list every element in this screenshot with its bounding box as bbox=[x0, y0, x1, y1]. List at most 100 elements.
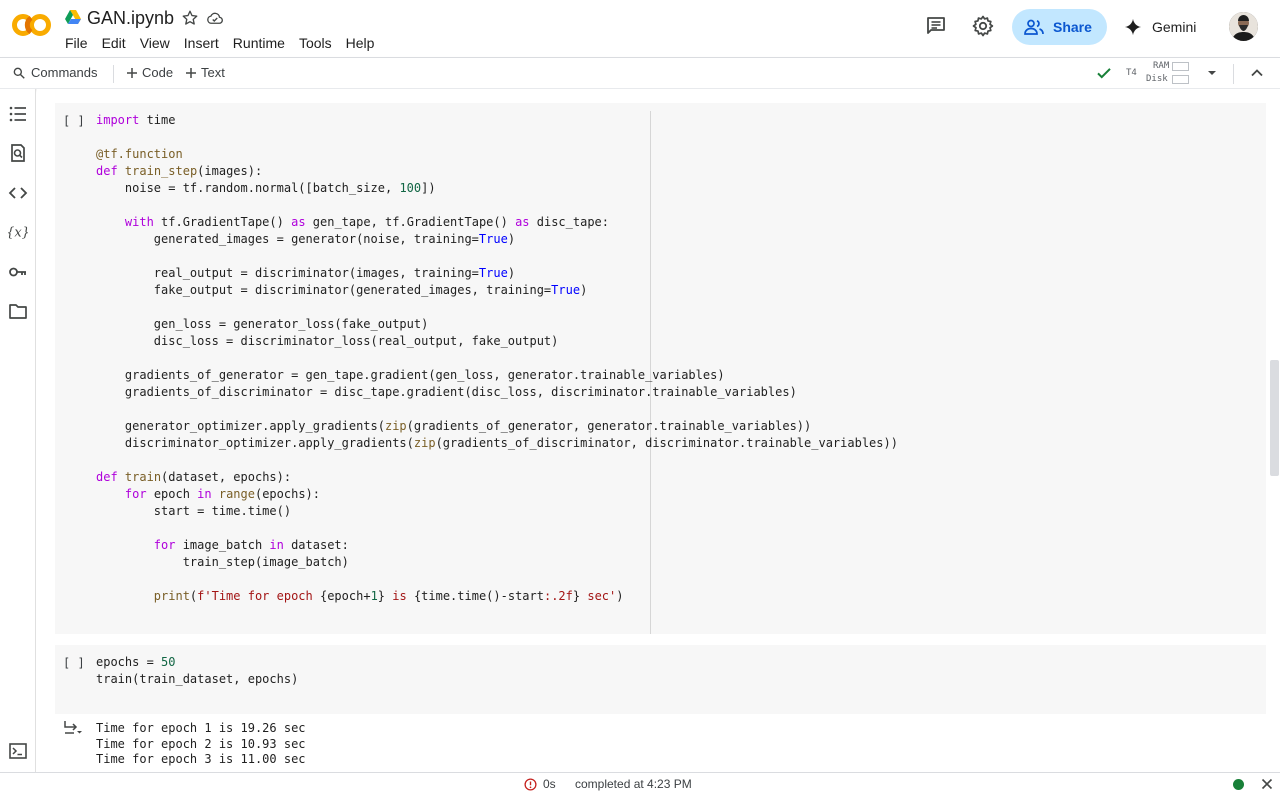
terminal-icon[interactable] bbox=[9, 743, 27, 759]
code-cell[interactable]: [ ] epochs = 50 train(train_dataset, epoc… bbox=[55, 645, 1266, 714]
status-bar: 0s completed at 4:23 PM bbox=[0, 772, 1280, 794]
add-text-label: Text bbox=[201, 65, 225, 80]
code-cell[interactable]: [ ] import time @tf.function def train_st… bbox=[55, 103, 1266, 634]
search-icon bbox=[13, 67, 25, 79]
disk-usage-bar bbox=[1172, 75, 1189, 84]
menu-edit[interactable]: Edit bbox=[102, 35, 126, 51]
code-line: start = time.time() bbox=[96, 504, 292, 518]
left-sidebar: {x} bbox=[0, 89, 36, 772]
svg-text:{x}: {x} bbox=[8, 226, 28, 241]
ram-usage-bar bbox=[1172, 62, 1189, 71]
toolbar-divider bbox=[113, 65, 114, 83]
user-avatar[interactable] bbox=[1229, 12, 1258, 41]
plus-icon bbox=[127, 67, 137, 78]
drive-icon bbox=[65, 10, 81, 24]
code-line: real_output = discriminator(images, trai… bbox=[96, 266, 516, 280]
output-line: Time for epoch 1 is 19.26 sec bbox=[96, 721, 306, 735]
code-line: generator_optimizer.apply_gradients(zip(… bbox=[96, 419, 812, 433]
menu-insert[interactable]: Insert bbox=[184, 35, 219, 51]
code-line: gen_loss = generator_loss(fake_output) bbox=[96, 317, 429, 331]
gemini-sparkle-icon bbox=[1124, 18, 1142, 36]
menu-file[interactable]: File bbox=[65, 35, 88, 51]
gear-icon[interactable] bbox=[971, 14, 995, 38]
add-code-label: Code bbox=[142, 65, 174, 80]
code-line: def train(dataset, epochs): bbox=[96, 470, 292, 484]
toolbar-divider bbox=[1233, 64, 1234, 84]
gemini-label: Gemini bbox=[1152, 19, 1197, 35]
add-text-button[interactable]: Text bbox=[185, 65, 225, 80]
code-line: @tf.function bbox=[96, 147, 183, 161]
completion-status[interactable]: completed at 4:23 PM bbox=[575, 777, 692, 791]
execution-time[interactable]: 0s bbox=[543, 777, 556, 791]
cloud-saved-icon[interactable] bbox=[206, 10, 224, 26]
runtime-type-label[interactable]: T4 bbox=[1126, 68, 1137, 78]
code-line: generated_images = generator(noise, trai… bbox=[96, 232, 516, 246]
notebook-area: [ ] import time @tf.function def train_st… bbox=[37, 89, 1280, 772]
code-line: gradients_of_discriminator = disc_tape.g… bbox=[96, 385, 797, 399]
code-line: discriminator_optimizer.apply_gradients(… bbox=[96, 436, 898, 450]
code-line: for epoch in range(epochs): bbox=[124, 487, 321, 501]
variables-icon[interactable]: {x} bbox=[8, 222, 28, 242]
code-line: fake_output = discriminator(generated_im… bbox=[96, 283, 588, 297]
connection-status-dot bbox=[1233, 779, 1244, 790]
code-line: for image_batch in dataset: bbox=[153, 538, 349, 552]
menu-runtime[interactable]: Runtime bbox=[233, 35, 285, 51]
commands-button[interactable]: Commands bbox=[12, 65, 97, 80]
add-code-button[interactable]: Code bbox=[126, 65, 173, 80]
secrets-key-icon[interactable] bbox=[8, 262, 28, 282]
gemini-button[interactable]: Gemini bbox=[1124, 12, 1196, 42]
code-line: train(train_dataset, epochs) bbox=[96, 672, 299, 686]
star-icon[interactable] bbox=[181, 9, 199, 27]
code-snippets-icon[interactable] bbox=[8, 183, 28, 203]
code-line: epochs = 50 bbox=[96, 655, 176, 669]
cell-output: Time for epoch 1 is 19.26 sec Time for ep… bbox=[96, 721, 306, 768]
code-line: noise = tf.random.normal([batch_size, 10… bbox=[96, 181, 436, 195]
commands-label: Commands bbox=[31, 65, 98, 80]
comment-icon[interactable] bbox=[924, 14, 948, 38]
cell-run-indicator[interactable]: [ ] bbox=[63, 656, 85, 670]
ram-label: RAM bbox=[1153, 61, 1170, 71]
files-folder-icon[interactable] bbox=[8, 301, 28, 321]
resource-monitor[interactable]: RAM Disk bbox=[1146, 60, 1196, 86]
code-line: print(f'Time for epoch {epoch+1} is {tim… bbox=[153, 589, 624, 603]
code-editor[interactable]: import time @tf.function def train_step(i… bbox=[96, 112, 898, 605]
cell-run-indicator[interactable]: [ ] bbox=[63, 114, 85, 128]
notebook-title[interactable]: GAN.ipynb bbox=[87, 8, 174, 29]
output-line: Time for epoch 3 is 11.00 sec bbox=[96, 752, 306, 766]
app-header: GAN.ipynb File Edit View Insert Runtime … bbox=[0, 0, 1280, 57]
code-line: gradients_of_generator = gen_tape.gradie… bbox=[96, 368, 725, 382]
code-line: with tf.GradientTape() as gen_tape, tf.G… bbox=[124, 215, 609, 229]
caret-down-icon[interactable] bbox=[1205, 66, 1219, 80]
code-editor[interactable]: epochs = 50 train(train_dataset, epochs) bbox=[96, 654, 298, 688]
chevron-up-icon[interactable] bbox=[1249, 65, 1265, 81]
find-icon[interactable] bbox=[8, 143, 28, 163]
colab-logo[interactable] bbox=[12, 12, 52, 38]
share-label: Share bbox=[1053, 19, 1092, 35]
vertical-scrollbar[interactable] bbox=[1270, 360, 1279, 476]
code-line: train_step(image_batch) bbox=[96, 555, 349, 569]
output-line: Time for epoch 2 is 10.93 sec bbox=[96, 736, 306, 751]
share-button[interactable]: Share bbox=[1012, 9, 1107, 45]
connected-check-icon[interactable] bbox=[1095, 64, 1113, 82]
menu-help[interactable]: Help bbox=[346, 35, 375, 51]
disk-label: Disk bbox=[1146, 74, 1168, 84]
code-line: disc_loss = discriminator_loss(real_outp… bbox=[96, 334, 559, 348]
menu-tools[interactable]: Tools bbox=[299, 35, 332, 51]
output-toggle-icon[interactable] bbox=[63, 720, 83, 736]
menu-view[interactable]: View bbox=[140, 35, 170, 51]
close-icon[interactable] bbox=[1261, 778, 1273, 790]
menu-bar: File Edit View Insert Runtime Tools Help bbox=[65, 35, 388, 51]
error-circle-icon bbox=[524, 778, 537, 791]
table-of-contents-icon[interactable] bbox=[8, 104, 28, 124]
code-line: import time bbox=[96, 113, 176, 127]
notebook-toolbar: Commands Code Text T4 RAM Disk bbox=[0, 57, 1280, 89]
